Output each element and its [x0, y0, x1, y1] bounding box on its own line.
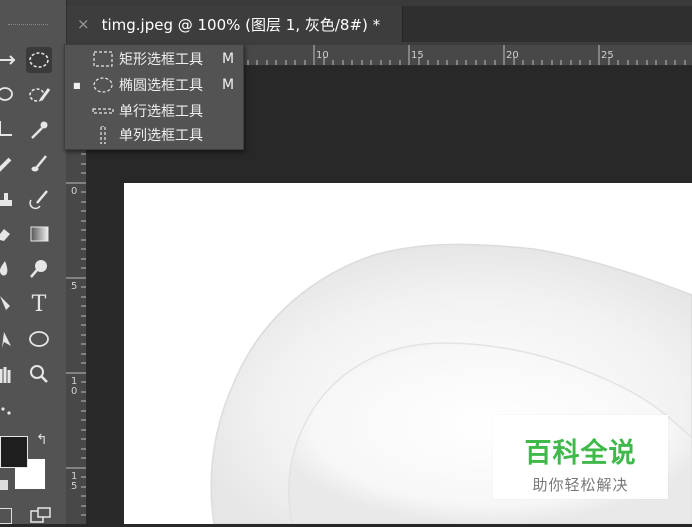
menu-item-label: 单行选框工具	[119, 104, 203, 120]
ellipse-shape-tool-icon[interactable]	[26, 326, 52, 352]
h-ruler-label: 25	[601, 50, 614, 61]
dodge-tool-icon[interactable]	[26, 256, 52, 282]
h-ruler-label: 15	[411, 50, 424, 61]
default-colors-icon[interactable]	[0, 480, 8, 490]
lasso-tool-icon[interactable]	[0, 82, 16, 108]
zoom-tool-icon[interactable]	[26, 361, 52, 387]
blur-tool-icon[interactable]	[0, 256, 16, 282]
healing-brush-tool-icon[interactable]	[0, 151, 16, 177]
elliptical-marquee-tool-icon[interactable]	[26, 47, 52, 73]
move-tool-icon[interactable]	[0, 47, 18, 73]
type-tool-icon[interactable]: T	[26, 291, 52, 317]
elliptical-marquee-icon	[93, 77, 113, 93]
single-column-marquee-icon	[100, 126, 106, 144]
gradient-tool-icon[interactable]	[26, 221, 52, 247]
foreground-color-swatch[interactable]	[0, 436, 28, 468]
screen-mode-icon[interactable]	[30, 507, 52, 523]
clone-stamp-tool-icon[interactable]	[0, 186, 16, 212]
menu-item-shortcut: M	[222, 77, 235, 93]
quick-selection-tool-icon[interactable]	[26, 82, 52, 108]
pen-tool-icon[interactable]	[0, 291, 16, 317]
selected-marker-icon: ■	[73, 80, 81, 90]
v-ruler-label: 10	[71, 376, 78, 397]
menu-item-single-column-marquee[interactable]: 单列选框工具	[65, 123, 243, 147]
eraser-tool-icon[interactable]	[0, 221, 16, 247]
v-ruler-label: 5	[71, 281, 78, 292]
menu-item-shortcut: M	[222, 51, 235, 67]
marquee-tool-flyout: 矩形选框工具 M ■ 椭圆选框工具 M 单行选框工具 单列选框工具	[64, 44, 244, 150]
tab-close-icon[interactable]: ×	[77, 15, 90, 33]
menu-item-label: 单列选框工具	[119, 128, 203, 144]
watermark-badge: 百科全说 助你轻松解决	[493, 415, 668, 499]
menu-item-label: 椭圆选框工具	[119, 78, 203, 94]
eyedropper-tool-icon[interactable]	[26, 117, 52, 143]
menu-item-single-row-marquee[interactable]: 单行选框工具	[65, 99, 243, 123]
h-ruler-label: 10	[316, 50, 329, 61]
quick-mask-icon[interactable]	[0, 508, 12, 524]
watermark-subtitle: 助你轻松解决	[532, 476, 629, 494]
document-tab[interactable]: × timg.jpeg @ 100% (图层 1, 灰色/8#) *	[67, 6, 403, 42]
document-tab-title: timg.jpeg @ 100% (图层 1, 灰色/8#) *	[101, 15, 381, 34]
type-tool-glyph: T	[31, 291, 47, 317]
document-tab-bar: × timg.jpeg @ 100% (图层 1, 灰色/8#) *	[66, 6, 692, 42]
panel-grip[interactable]	[8, 24, 48, 28]
swap-colors-icon[interactable]: ↰	[36, 432, 48, 448]
menu-item-rectangular-marquee[interactable]: 矩形选框工具 M	[65, 47, 243, 71]
rectangular-marquee-icon	[93, 51, 113, 67]
v-ruler-label: 0	[71, 186, 78, 197]
tools-panel: T ↰	[0, 0, 67, 524]
brush-tool-icon[interactable]	[26, 151, 52, 177]
menu-item-elliptical-marquee[interactable]: ■ 椭圆选框工具 M	[65, 73, 243, 97]
watermark-title: 百科全说	[524, 438, 637, 469]
more-tools-icon[interactable]	[0, 396, 16, 422]
menu-item-label: 矩形选框工具	[119, 52, 203, 68]
history-brush-tool-icon[interactable]	[26, 186, 52, 212]
v-ruler-label: 15	[71, 471, 78, 492]
single-row-marquee-icon	[92, 108, 114, 114]
path-selection-tool-icon[interactable]	[0, 326, 16, 352]
crop-tool-icon[interactable]	[0, 117, 16, 143]
h-ruler-label: 20	[506, 50, 519, 61]
hand-tool-icon[interactable]	[0, 361, 16, 387]
